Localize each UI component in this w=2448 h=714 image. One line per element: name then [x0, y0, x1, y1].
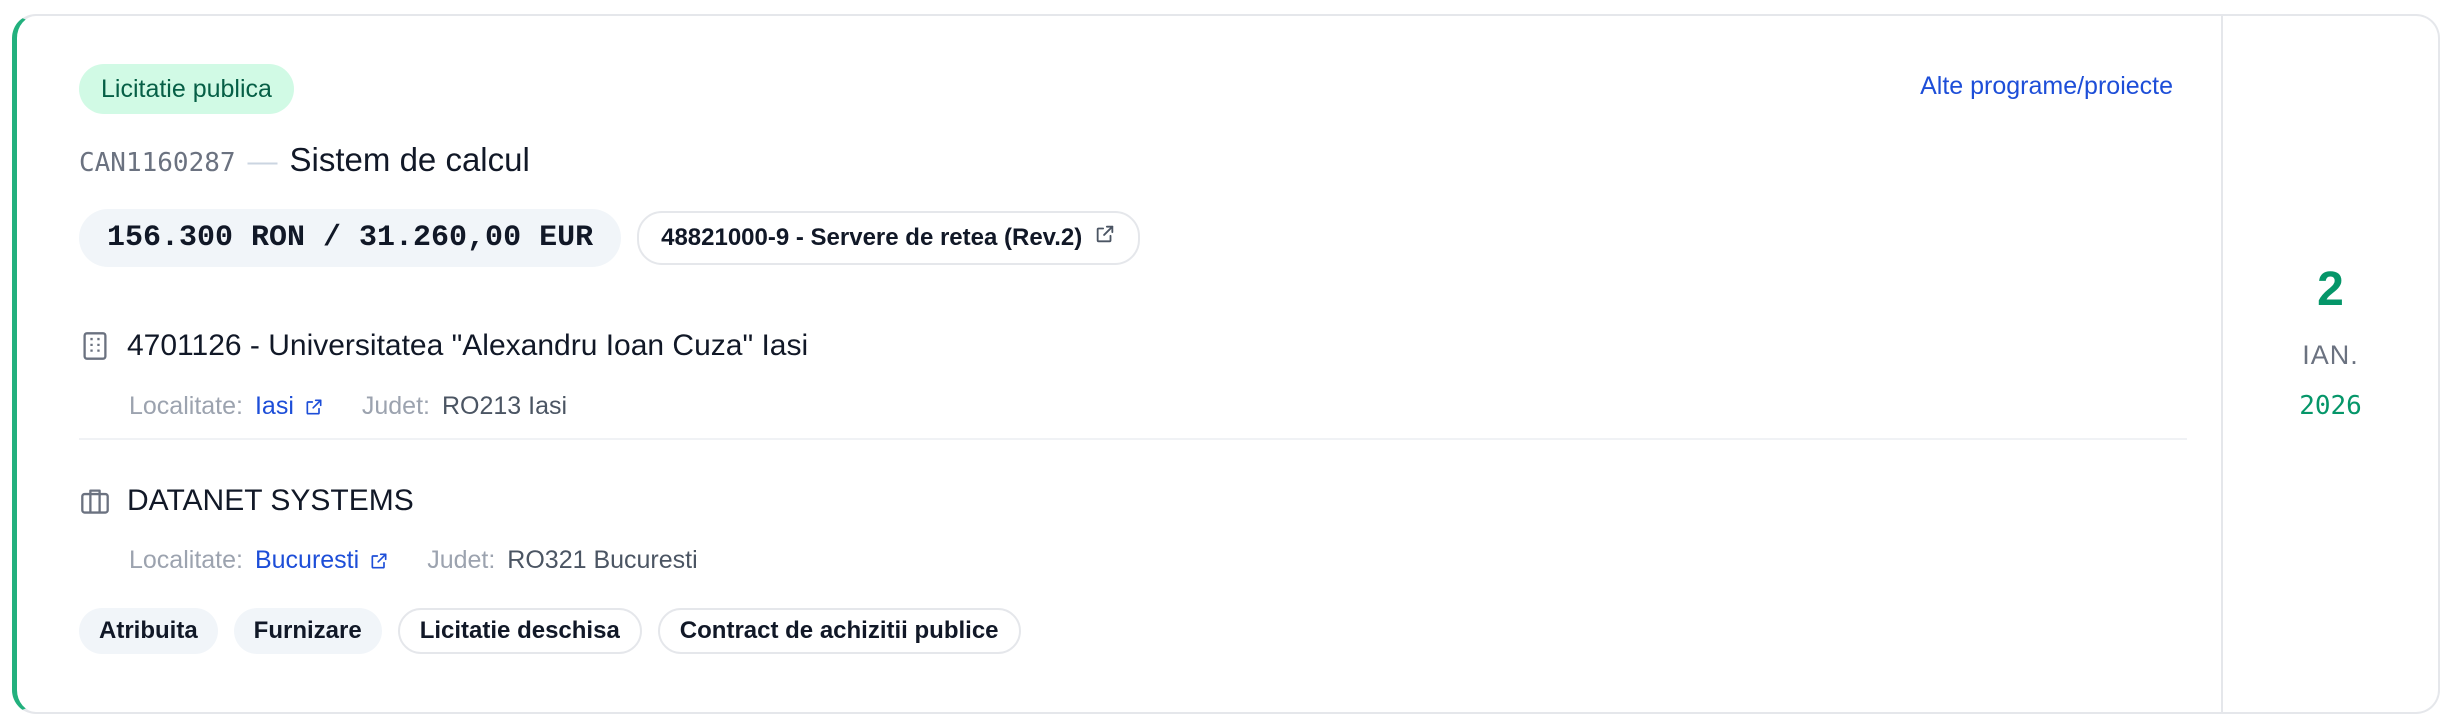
supplier-meta: Localitate: Bucuresti Judet: RO321 Bucur…: [129, 546, 698, 575]
cpv-code-button[interactable]: 48821000-9 - Servere de retea (Rev.2): [637, 211, 1141, 265]
notice-title-row: CAN1160287 — Sistem de calcul: [79, 141, 530, 179]
date-panel: 2 IAN. 2026: [2221, 16, 2438, 712]
authority-name[interactable]: 4701126 - Universitatea "Alexandru Ioan …: [127, 329, 808, 363]
card-main: Licitatie publica Alte programe/proiecte…: [17, 16, 2221, 712]
section-divider: [79, 438, 2187, 440]
supplier-locality: Bucuresti: [254, 546, 360, 574]
supplier-name[interactable]: DATANET SYSTEMS: [127, 484, 414, 518]
external-link-icon: [306, 399, 322, 414]
building-icon: [79, 330, 111, 362]
date-day: 2: [2317, 263, 2344, 316]
procedure-type-badge: Licitatie publica: [79, 64, 294, 114]
value-row: 156.300 RON / 31.260,00 EUR 48821000-9 -…: [79, 209, 1141, 267]
tag-procedure: Licitatie deschisa: [397, 608, 642, 654]
tag-contract-category: Contract de achizitii publice: [657, 608, 1021, 654]
title-separator: —: [247, 145, 278, 178]
supplier-locality-label: Localitate:: [129, 546, 243, 574]
briefcase-icon: [79, 485, 111, 517]
supplier-row: DATANET SYSTEMS: [79, 484, 414, 518]
supplier-county: RO321 Bucuresti: [507, 546, 698, 574]
tag-status: Atribuita: [79, 608, 218, 654]
supplier-county-label: Judet:: [427, 546, 496, 574]
authority-row: 4701126 - Universitatea "Alexandru Ioan …: [79, 329, 808, 363]
authority-locality-label: Localitate:: [129, 392, 243, 420]
cpv-code-label: 48821000-9 - Servere de retea (Rev.2): [661, 224, 1083, 251]
tag-contract-type: Furnizare: [233, 608, 382, 654]
authority-locality: Iasi: [254, 392, 294, 420]
contract-value: 156.300 RON / 31.260,00 EUR: [79, 209, 622, 267]
publication-date: 2 IAN. 2026: [2223, 263, 2438, 422]
external-link-icon: [1094, 213, 1116, 263]
external-link-icon: [371, 553, 387, 568]
notice-title[interactable]: Sistem de calcul: [290, 141, 530, 179]
date-year: 2026: [2299, 391, 2362, 421]
authority-county-label: Judet:: [361, 392, 430, 420]
supplier-locality-link[interactable]: Bucuresti: [255, 546, 389, 575]
notice-code: CAN1160287: [79, 148, 236, 178]
authority-meta: Localitate: Iasi Judet: RO213 Iasi: [129, 392, 567, 421]
contract-card[interactable]: Licitatie publica Alte programe/proiecte…: [12, 14, 2440, 714]
authority-locality-link[interactable]: Iasi: [255, 392, 324, 421]
date-month: IAN.: [2302, 340, 2359, 370]
tag-list: Atribuita Furnizare Licitatie deschisa C…: [79, 608, 1021, 654]
authority-county: RO213 Iasi: [441, 392, 568, 420]
other-programs-link[interactable]: Alte programe/proiecte: [1920, 72, 2173, 101]
